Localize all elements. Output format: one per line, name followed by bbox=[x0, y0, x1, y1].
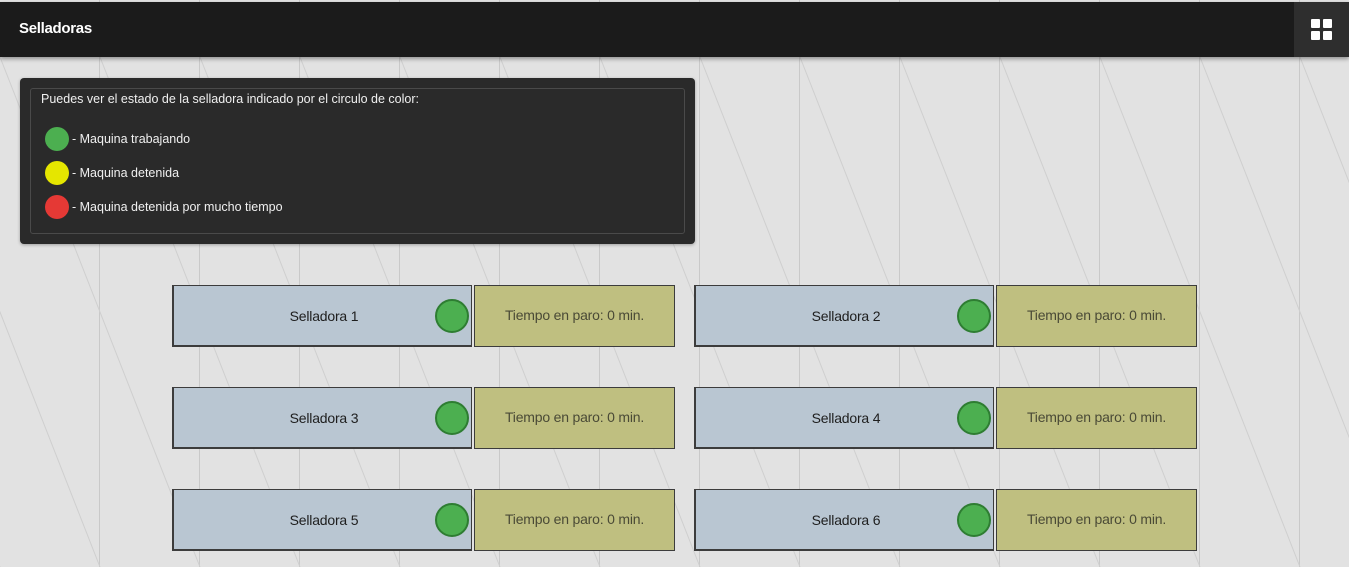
page-title: Selladoras bbox=[19, 20, 92, 37]
legend-item-label: - Maquina detenida por mucho tiempo bbox=[72, 200, 283, 214]
yellow-status-dot bbox=[45, 161, 69, 185]
downtime-box: Tiempo en paro: 0 min. bbox=[474, 489, 675, 551]
machine-name: Selladora 3 bbox=[289, 410, 359, 426]
green-status-dot bbox=[45, 127, 69, 151]
downtime-text: Tiempo en paro: 0 min. bbox=[1026, 307, 1167, 323]
status-legend-panel: Puedes ver el estado de la selladora ind… bbox=[20, 78, 695, 244]
machine-card-1: Selladora 1 Tiempo en paro: 0 min. bbox=[172, 285, 675, 347]
machine-status-dot bbox=[435, 503, 469, 537]
legend-item-stopped: - Maquina detenida bbox=[45, 161, 179, 185]
red-status-dot bbox=[45, 195, 69, 219]
machine-name: Selladora 4 bbox=[811, 410, 881, 426]
legend-item-label: - Maquina detenida bbox=[72, 166, 180, 180]
legend-item-working: - Maquina trabajando bbox=[45, 127, 190, 151]
machine-card-6: Selladora 6 Tiempo en paro: 0 min. bbox=[694, 489, 1197, 551]
downtime-text: Tiempo en paro: 0 min. bbox=[1026, 409, 1167, 425]
machine-name-box[interactable]: Selladora 1 bbox=[172, 285, 472, 347]
machine-name: Selladora 6 bbox=[811, 512, 881, 528]
downtime-text: Tiempo en paro: 0 min. bbox=[1026, 511, 1167, 527]
machine-status-dot bbox=[957, 401, 991, 435]
legend-item-long-stopped: - Maquina detenida por mucho tiempo bbox=[45, 195, 283, 219]
machine-name: Selladora 2 bbox=[811, 308, 881, 324]
downtime-box: Tiempo en paro: 0 min. bbox=[474, 285, 675, 347]
grid-icon bbox=[1311, 19, 1332, 40]
legend-item-label: - Maquina trabajando bbox=[72, 132, 191, 146]
machine-status-dot bbox=[957, 503, 991, 537]
downtime-box: Tiempo en paro: 0 min. bbox=[474, 387, 675, 449]
downtime-box: Tiempo en paro: 0 min. bbox=[996, 285, 1197, 347]
machine-card-4: Selladora 4 Tiempo en paro: 0 min. bbox=[694, 387, 1197, 449]
machine-name: Selladora 1 bbox=[289, 308, 359, 324]
machine-card-5: Selladora 5 Tiempo en paro: 0 min. bbox=[172, 489, 675, 551]
machine-name-box[interactable]: Selladora 2 bbox=[694, 285, 994, 347]
machine-status-dot bbox=[435, 401, 469, 435]
machine-status-dot bbox=[435, 299, 469, 333]
machine-name-box[interactable]: Selladora 5 bbox=[172, 489, 472, 551]
machine-name-box[interactable]: Selladora 4 bbox=[694, 387, 994, 449]
downtime-text: Tiempo en paro: 0 min. bbox=[504, 307, 645, 323]
machine-name: Selladora 5 bbox=[289, 512, 359, 528]
grid-menu-button[interactable] bbox=[1294, 2, 1349, 57]
downtime-box: Tiempo en paro: 0 min. bbox=[996, 489, 1197, 551]
machine-card-3: Selladora 3 Tiempo en paro: 0 min. bbox=[172, 387, 675, 449]
top-bar: Selladoras bbox=[0, 2, 1349, 57]
downtime-text: Tiempo en paro: 0 min. bbox=[504, 409, 645, 425]
downtime-box: Tiempo en paro: 0 min. bbox=[996, 387, 1197, 449]
downtime-text: Tiempo en paro: 0 min. bbox=[504, 511, 645, 527]
machine-card-2: Selladora 2 Tiempo en paro: 0 min. bbox=[694, 285, 1197, 347]
machine-name-box[interactable]: Selladora 3 bbox=[172, 387, 472, 449]
machine-status-dot bbox=[957, 299, 991, 333]
legend-intro: Puedes ver el estado de la selladora ind… bbox=[41, 92, 420, 106]
machine-name-box[interactable]: Selladora 6 bbox=[694, 489, 994, 551]
